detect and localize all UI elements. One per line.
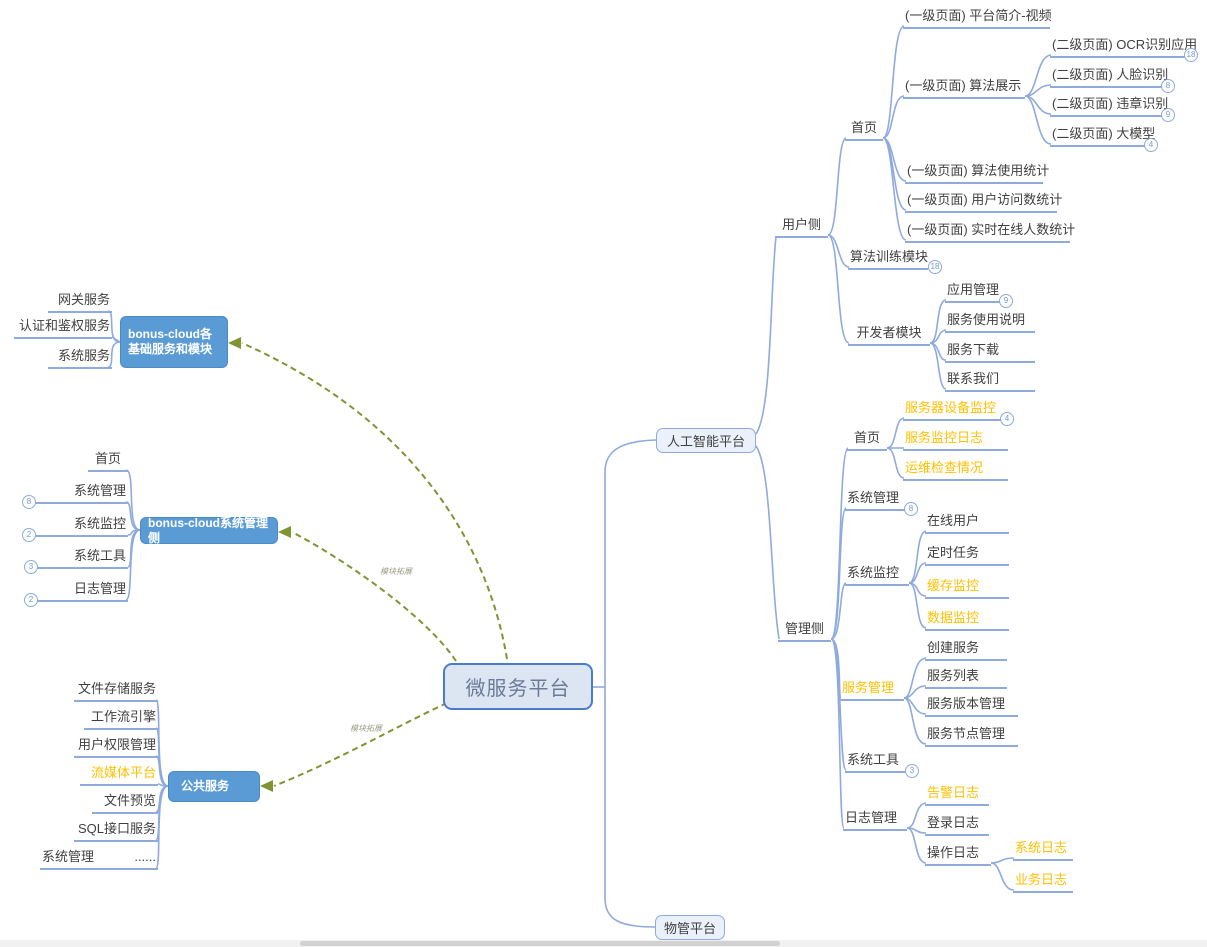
topic-page-user-visit-stats[interactable]: (一级页面) 用户访问数统计 — [905, 192, 1057, 213]
topic-online-users[interactable]: 在线用户 — [925, 513, 1009, 534]
count-badge-ocr[interactable]: 18 — [1184, 48, 1198, 62]
count-badge-bc-system-tools[interactable]: 3 — [24, 560, 38, 574]
topic-user-permission-management[interactable]: 用户权限管理 — [74, 737, 158, 758]
topic-create-service[interactable]: 创建服务 — [925, 640, 1007, 661]
topic-algorithm-training-module[interactable]: 算法训练模块 — [848, 249, 928, 270]
topic-subpage-face-recognition[interactable]: (二级页面) 人脸识别 — [1050, 67, 1162, 88]
topic-public-system-management[interactable]: 系统管理 ...... — [40, 849, 158, 870]
topic-admin-home[interactable]: 首页 — [847, 430, 887, 451]
topic-service-list[interactable]: 服务列表 — [925, 668, 1007, 689]
count-badge-system-tools[interactable]: 3 — [905, 764, 919, 778]
topic-service-management[interactable]: 服务管理 — [840, 680, 904, 701]
topic-bc-system-tools[interactable]: 系统工具 — [35, 548, 128, 569]
topic-service-monitor-log[interactable]: 服务监控日志 — [903, 430, 1008, 451]
topic-system-monitor[interactable]: 系统监控 — [845, 565, 909, 586]
count-badge-bc-log-management[interactable]: 2 — [24, 593, 38, 607]
topic-property-platform[interactable]: 物管平台 — [655, 915, 725, 940]
topic-ops-check-status[interactable]: 运维检查情况 — [903, 460, 1008, 481]
topic-streaming-platform[interactable]: 流媒体平台 — [80, 765, 158, 786]
topic-service-version-management[interactable]: 服务版本管理 — [925, 696, 1018, 717]
topic-user-side[interactable]: 用户侧 — [775, 217, 828, 238]
topic-subpage-large-model[interactable]: (二级页面) 大模型 — [1050, 126, 1145, 147]
topic-sql-interface-service[interactable]: SQL接口服务 — [74, 821, 158, 842]
topic-page-algorithm-usage-stats[interactable]: (一级页面) 算法使用统计 — [905, 163, 1043, 184]
more-dots: ...... — [134, 849, 156, 865]
topic-log-management-admin[interactable]: 日志管理 — [843, 810, 907, 831]
topic-gateway-service[interactable]: 网关服务 — [48, 292, 112, 313]
topic-file-preview[interactable]: 文件预览 — [92, 793, 158, 814]
topic-service-node-management[interactable]: 服务节点管理 — [925, 726, 1018, 747]
topic-system-log[interactable]: 系统日志 — [1013, 840, 1073, 861]
topic-data-monitor[interactable]: 数据监控 — [925, 610, 1009, 631]
count-badge-large-model[interactable]: 4 — [1144, 138, 1158, 152]
count-badge-app-management[interactable]: 9 — [999, 294, 1013, 308]
link-label-module-extension-1: 模块拓展 — [380, 566, 412, 577]
topic-ai-platform[interactable]: 人工智能平台 — [656, 428, 756, 453]
topic-login-log[interactable]: 登录日志 — [925, 815, 989, 836]
topic-bc-home[interactable]: 首页 — [88, 451, 128, 472]
connector-lines — [0, 0, 1207, 947]
topic-service-download[interactable]: 服务下载 — [945, 342, 1035, 363]
count-badge-bc-system-monitor[interactable]: 2 — [22, 528, 36, 542]
topic-public-services[interactable]: 公共服务 — [168, 771, 260, 802]
topic-subpage-violation-recognition[interactable]: (二级页面) 违章识别 — [1050, 96, 1162, 117]
horizontal-scrollbar[interactable] — [0, 940, 1207, 947]
topic-page-intro-video[interactable]: (一级页面) 平台简介-视频 — [903, 8, 1050, 29]
link-label-module-extension-2: 模块拓展 — [350, 723, 382, 734]
topic-alert-log[interactable]: 告警日志 — [925, 785, 989, 806]
topic-cache-monitor[interactable]: 缓存监控 — [925, 578, 1009, 599]
topic-service-usage-guide[interactable]: 服务使用说明 — [945, 312, 1035, 333]
root-topic[interactable]: 微服务平台 — [443, 663, 593, 710]
topic-server-device-monitor[interactable]: 服务器设备监控 — [903, 400, 1003, 421]
count-badge-violation[interactable]: 9 — [1161, 108, 1175, 122]
topic-bc-system-management[interactable]: 系统管理 — [33, 483, 128, 504]
topic-app-management[interactable]: 应用管理 — [945, 282, 1003, 303]
mindmap-canvas[interactable]: 微服务平台 人工智能平台 物管平台 bonus-cloud各基础服务和模块 bo… — [0, 0, 1207, 947]
topic-subpage-ocr[interactable]: (二级页面) OCR识别应用 — [1050, 37, 1185, 58]
count-badge-training-module[interactable]: 18 — [928, 260, 942, 274]
topic-developer-module[interactable]: 开发者模块 — [848, 325, 930, 346]
count-badge-system-management[interactable]: 8 — [904, 502, 918, 516]
topic-scheduled-tasks[interactable]: 定时任务 — [925, 545, 1009, 566]
count-badge-server-monitor[interactable]: 4 — [1000, 412, 1014, 426]
topic-admin-side[interactable]: 管理侧 — [778, 621, 831, 642]
topic-business-log[interactable]: 业务日志 — [1013, 872, 1073, 893]
count-badge-bc-system-management[interactable]: 8 — [22, 495, 36, 509]
topic-bonus-cloud-base-modules[interactable]: bonus-cloud各基础服务和模块 — [120, 316, 228, 368]
topic-bc-log-management[interactable]: 日志管理 — [35, 581, 128, 602]
topic-contact-us[interactable]: 联系我们 — [945, 371, 1035, 392]
topic-page-online-users-stats[interactable]: (一级页面) 实时在线人数统计 — [905, 222, 1070, 243]
topic-page-algorithm-demo[interactable]: (一级页面) 算法展示 — [903, 78, 1025, 99]
topic-auth-service[interactable]: 认证和鉴权服务 — [14, 318, 112, 339]
topic-label: 系统管理 — [42, 849, 94, 865]
topic-system-tools-admin[interactable]: 系统工具 — [845, 752, 907, 773]
topic-system-service[interactable]: 系统服务 — [48, 348, 112, 369]
topic-system-management-admin[interactable]: 系统管理 — [845, 490, 907, 511]
topic-operation-log[interactable]: 操作日志 — [925, 845, 991, 866]
topic-workflow-engine[interactable]: 工作流引擎 — [84, 709, 158, 730]
topic-file-storage-service[interactable]: 文件存储服务 — [74, 681, 158, 702]
topic-bc-system-monitor[interactable]: 系统监控 — [33, 516, 128, 537]
count-badge-face[interactable]: 8 — [1161, 79, 1175, 93]
topic-user-home[interactable]: 首页 — [845, 120, 883, 141]
horizontal-scrollbar-thumb[interactable] — [300, 941, 780, 946]
topic-bonus-cloud-admin-side[interactable]: bonus-cloud系统管理侧 — [140, 517, 278, 544]
